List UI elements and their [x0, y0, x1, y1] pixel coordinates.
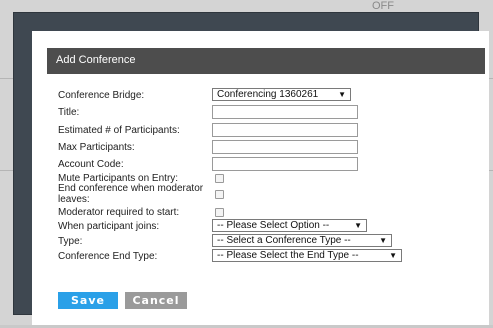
- conference-type-value: -- Select a Conference Type --: [217, 235, 351, 246]
- participant-joins-label: When participant joins:: [58, 221, 160, 232]
- participant-joins-value: -- Please Select Option --: [217, 220, 330, 231]
- title-label: Title:: [58, 107, 80, 118]
- dialog-header: Add Conference: [47, 48, 485, 74]
- moderator-required-label: Moderator required to start:: [58, 207, 180, 218]
- end-type-select[interactable]: -- Please Select the End Type -- ▼: [212, 249, 402, 262]
- save-button[interactable]: Save: [58, 292, 118, 309]
- conference-bridge-label: Conference Bridge:: [58, 90, 145, 101]
- chevron-down-icon: ▼: [379, 236, 387, 245]
- end-type-value: -- Please Select the End Type --: [217, 250, 359, 261]
- estimated-participants-input[interactable]: [212, 123, 358, 137]
- chevron-down-icon: ▼: [354, 221, 362, 230]
- conference-type-select[interactable]: -- Select a Conference Type -- ▼: [212, 234, 392, 247]
- mute-participants-checkbox[interactable]: [215, 174, 224, 183]
- title-input[interactable]: [212, 105, 358, 119]
- account-code-label: Account Code:: [58, 159, 124, 170]
- end-type-label: Conference End Type:: [58, 251, 158, 262]
- max-participants-label: Max Participants:: [58, 142, 135, 153]
- account-code-input[interactable]: [212, 157, 358, 171]
- end-on-moderator-leave-checkbox[interactable]: [215, 190, 224, 199]
- max-participants-input[interactable]: [212, 140, 358, 154]
- dialog-title: Add Conference: [56, 54, 136, 66]
- conference-bridge-select[interactable]: Conferencing 1360261 ▼: [212, 88, 351, 101]
- cancel-button[interactable]: Cancel: [125, 292, 187, 309]
- chevron-down-icon: ▼: [338, 90, 346, 99]
- modal-overlay-frame: Add Conference Conference Bridge: Confer…: [13, 12, 489, 325]
- background-off-label: OFF: [372, 0, 394, 12]
- participant-joins-select[interactable]: -- Please Select Option -- ▼: [212, 219, 367, 232]
- chevron-down-icon: ▼: [389, 251, 397, 260]
- estimated-participants-label: Estimated # of Participants:: [58, 125, 180, 136]
- end-on-moderator-leave-label: End conference when moderator leaves:: [58, 183, 204, 205]
- add-conference-dialog: Add Conference Conference Bridge: Confer…: [32, 31, 489, 325]
- moderator-required-checkbox[interactable]: [215, 208, 224, 217]
- conference-bridge-value: Conferencing 1360261: [217, 89, 319, 100]
- conference-type-label: Type:: [58, 236, 83, 247]
